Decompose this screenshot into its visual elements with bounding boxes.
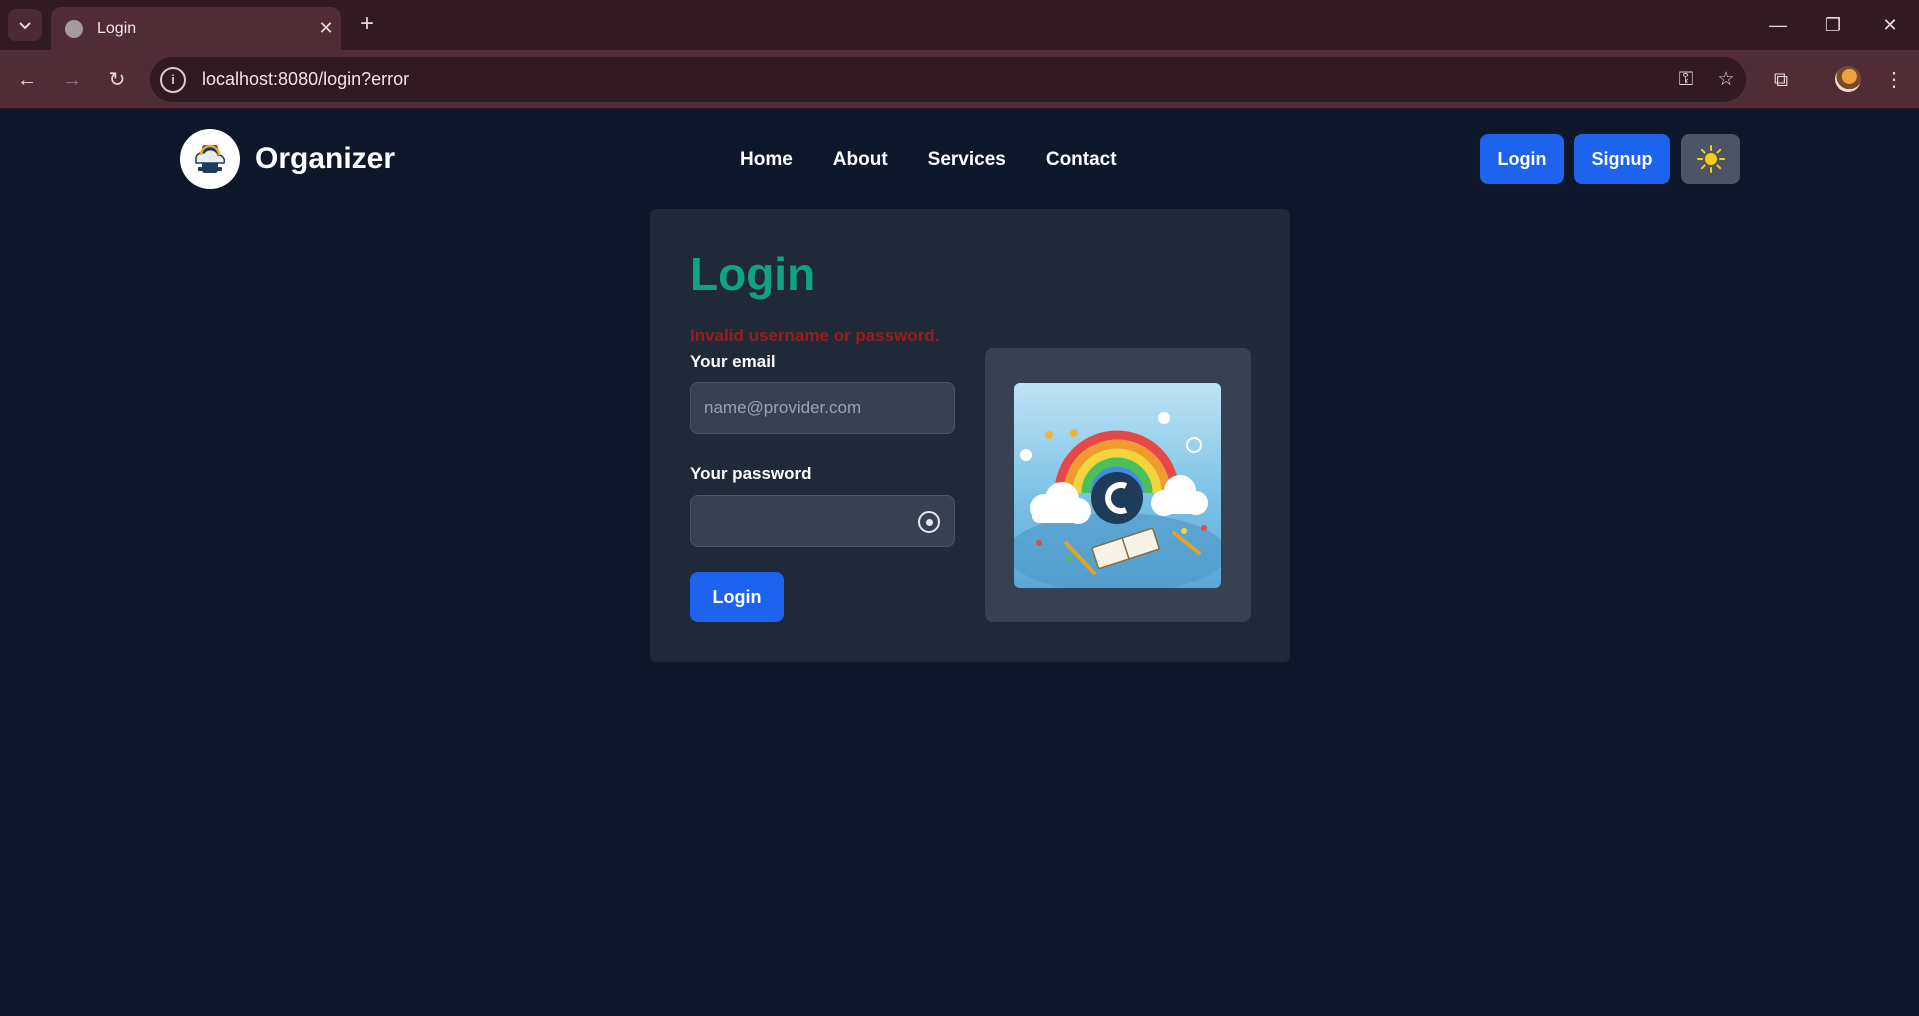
reload-button[interactable]: ↻: [101, 64, 133, 96]
globe-icon: [65, 19, 83, 38]
site-info-icon[interactable]: i: [160, 66, 186, 93]
organizer-logo-icon: [180, 129, 240, 189]
login-submit-button[interactable]: Login: [690, 572, 784, 622]
image-panel: [985, 348, 1251, 622]
error-message: Invalid username or password.: [690, 326, 940, 345]
nav-link-services[interactable]: Services: [928, 149, 1006, 171]
login-illustration: [1014, 383, 1221, 588]
password-field[interactable]: [690, 495, 955, 547]
login-card: Login Invalid username or password. Your…: [650, 209, 1290, 662]
sun-icon: [1696, 145, 1725, 173]
nav-link-home[interactable]: Home: [740, 149, 793, 171]
nav-link-contact[interactable]: Contact: [1046, 149, 1117, 171]
password-key-icon[interactable]: ⚿: [1666, 69, 1706, 91]
page: Organizer Home About Services Contact Lo…: [0, 109, 1919, 1016]
theme-toggle-button[interactable]: [1681, 134, 1740, 184]
close-tab-icon[interactable]: ✕: [311, 18, 341, 39]
chevron-down-icon: [19, 22, 31, 30]
tab-search-button[interactable]: [8, 9, 42, 41]
menu-kebab-icon[interactable]: ⋮: [1878, 64, 1910, 96]
back-button[interactable]: ←: [11, 64, 43, 96]
email-field[interactable]: name@provider.com: [690, 382, 955, 434]
close-window-button[interactable]: ✕: [1870, 8, 1910, 42]
main-nav: Home About Services Contact: [740, 149, 1117, 171]
url-text: localhost:8080/login?error: [202, 69, 410, 89]
new-tab-button[interactable]: +: [352, 10, 382, 40]
profile-avatar[interactable]: [1835, 66, 1861, 92]
login-title: Login: [690, 248, 816, 300]
email-label: Your email: [690, 352, 776, 371]
forward-button[interactable]: →: [56, 64, 88, 96]
browser-titlebar: Login ✕ + — ❐ ✕: [0, 0, 1919, 50]
minimize-button[interactable]: —: [1758, 8, 1798, 42]
email-placeholder: name@provider.com: [704, 398, 862, 417]
restore-button[interactable]: ❐: [1813, 8, 1853, 42]
header-login-button[interactable]: Login: [1480, 134, 1564, 184]
browser-tab[interactable]: Login ✕: [51, 7, 341, 50]
nav-link-about[interactable]: About: [833, 149, 888, 171]
bookmark-star-icon[interactable]: ☆: [1706, 68, 1746, 91]
extensions-icon[interactable]: ⧉: [1765, 64, 1797, 96]
tab-title: Login: [97, 19, 137, 37]
brand-name: Organizer: [255, 142, 396, 175]
address-bar[interactable]: i localhost:8080/login?error ⚿ ☆: [150, 57, 1746, 102]
brand[interactable]: Organizer: [180, 129, 395, 189]
browser-toolbar: ← → ↻ i localhost:8080/login?error ⚿ ☆ ⧉…: [0, 50, 1919, 109]
header-signup-button[interactable]: Signup: [1574, 134, 1670, 184]
password-label: Your password: [690, 464, 812, 483]
show-password-icon[interactable]: [918, 511, 940, 533]
